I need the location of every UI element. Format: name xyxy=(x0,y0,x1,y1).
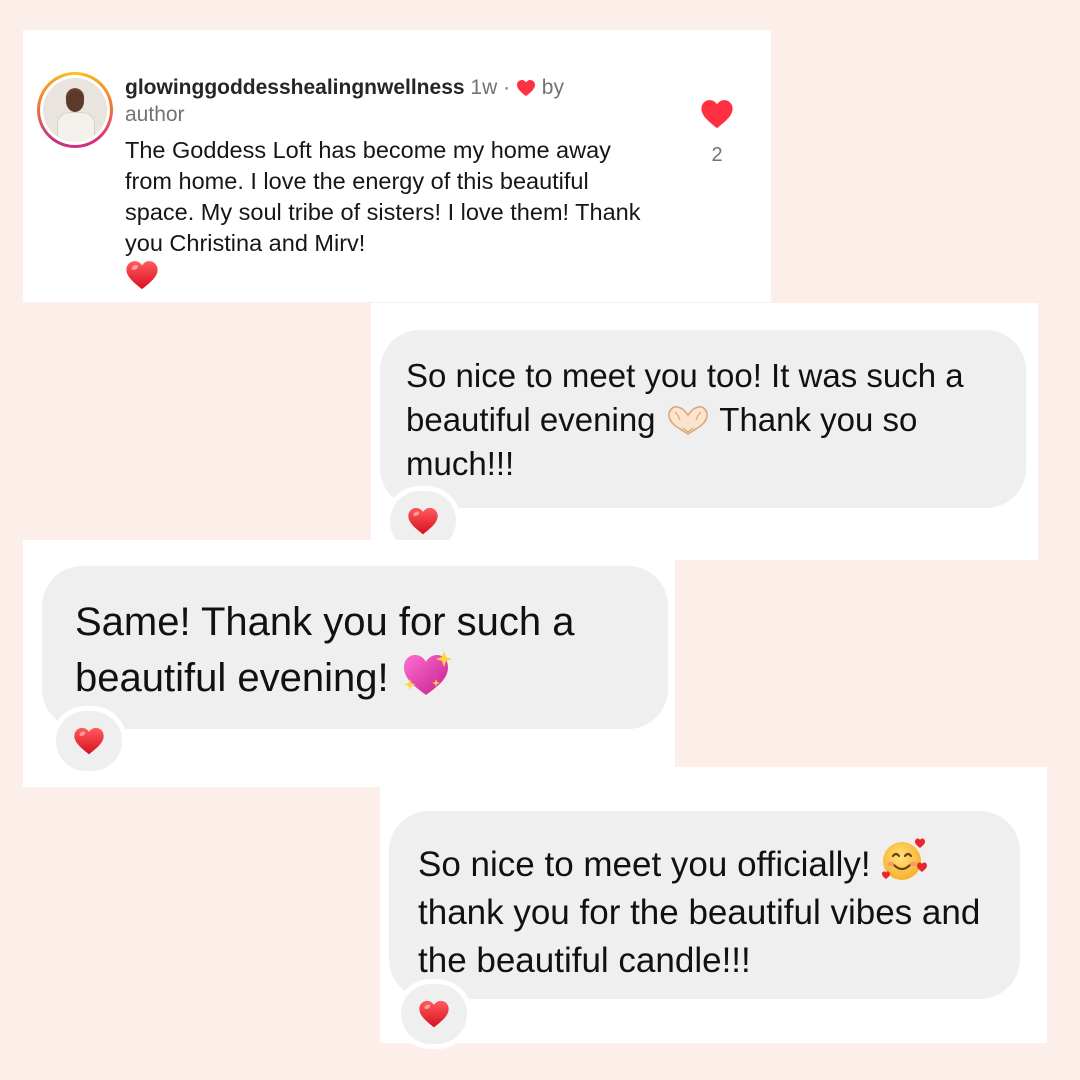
profile-photo xyxy=(43,78,107,142)
comment-text: The Goddess Loft has become my home away… xyxy=(125,137,641,256)
message-text: Same! Thank you for such a beautiful eve… xyxy=(75,596,655,705)
reaction-badge[interactable] xyxy=(401,984,467,1044)
sparkling-heart-emoji xyxy=(403,651,452,695)
meta-separator: · xyxy=(503,76,511,99)
message-bubble[interactable]: Same! Thank you for such a beautiful eve… xyxy=(42,566,668,729)
comment-card: glowinggoddesshealingnwellness 1w · by a… xyxy=(23,30,771,302)
red-heart-emoji xyxy=(408,507,438,535)
message-text-part: So nice to meet you officially! xyxy=(418,845,871,884)
red-heart-emoji xyxy=(74,727,104,755)
red-heart-emoji xyxy=(419,1000,449,1028)
message-bubble[interactable]: So nice to meet you too! It was such a b… xyxy=(380,330,1026,508)
message-text: So nice to meet you too! It was such a b… xyxy=(406,354,1006,486)
message-text-part: Same! Thank you for such a beautiful eve… xyxy=(75,600,575,700)
liked-by-author-heart-icon xyxy=(516,79,535,97)
message-card-2: Same! Thank you for such a beautiful eve… xyxy=(23,540,675,787)
comment-time: 1w xyxy=(470,76,498,99)
avatar[interactable] xyxy=(37,72,113,148)
comment-username[interactable]: glowinggoddesshealingnwellness xyxy=(125,76,465,99)
message-card-3: So nice to meet you officially! thank yo… xyxy=(380,767,1047,1044)
message-bubble[interactable]: So nice to meet you officially! thank yo… xyxy=(389,811,1020,999)
like-count: 2 xyxy=(711,144,723,166)
comment-header: glowinggoddesshealingnwellness 1w · by a… xyxy=(125,74,625,128)
smiling-face-with-hearts-emoji xyxy=(882,838,928,880)
reaction-badge[interactable] xyxy=(56,711,122,771)
message-text: So nice to meet you officially! thank yo… xyxy=(418,836,1008,985)
red-heart-emoji xyxy=(126,261,158,290)
comment-body: The Goddess Loft has become my home away… xyxy=(125,135,650,291)
message-card-1: So nice to meet you too! It was such a b… xyxy=(371,303,1038,560)
message-text-part: thank you for the beautiful vibes and th… xyxy=(418,893,981,980)
heart-hands-emoji xyxy=(667,406,708,435)
like-heart-icon[interactable] xyxy=(700,98,734,130)
